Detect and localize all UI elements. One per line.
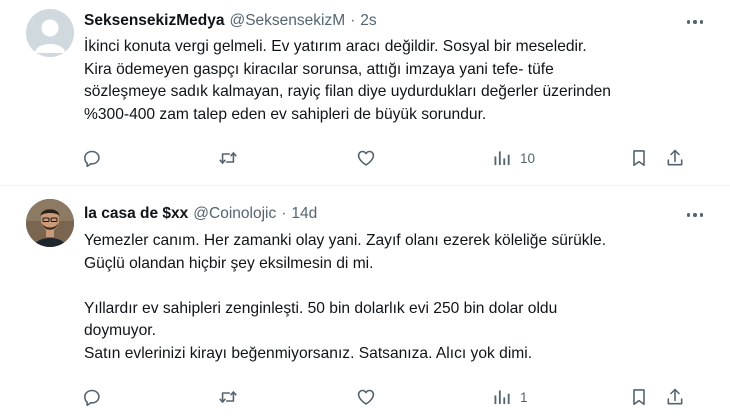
user-handle[interactable]: @SeksensekizM [229, 12, 345, 30]
more-options-button[interactable] [682, 206, 708, 224]
views-icon [494, 390, 510, 405]
share-icon [667, 149, 683, 166]
bookmark-icon [633, 389, 645, 406]
views-button[interactable]: 10 [492, 146, 535, 170]
tweet-text: İkinci konuta vergi gelmeli. Ev yatırım … [84, 36, 714, 126]
avatar[interactable] [26, 199, 74, 247]
share-button[interactable] [665, 385, 685, 409]
tweet-text-line: Yemezler canım. Her zamanki olay yani. Z… [84, 232, 607, 249]
tweet-text: Yemezler canım. Her zamanki olay yani. Z… [84, 230, 714, 365]
share-icon [667, 388, 683, 405]
tweet[interactable]: SeksensekizMedya @SeksensekizM · 2s İkin… [0, 0, 730, 186]
timestamp[interactable]: 14d [291, 205, 317, 223]
like-icon [357, 150, 375, 166]
more-options-button[interactable] [682, 13, 708, 31]
share-button[interactable] [665, 146, 685, 170]
views-count: 1 [520, 389, 528, 405]
reply-icon [84, 389, 100, 407]
views-count: 10 [520, 150, 536, 166]
tweet-actions: 1 [84, 385, 704, 409]
avatar[interactable] [26, 9, 74, 57]
user-handle[interactable]: @Coinolojic [193, 205, 276, 223]
tweet-text-line: sözleşmeye sadık kalmayan, rayiç filan d… [84, 83, 611, 100]
timestamp[interactable]: 2s [360, 12, 376, 30]
reply-icon [84, 150, 100, 168]
tweet-text-line: İkinci konuta vergi gelmeli. Ev yatırım … [84, 38, 587, 55]
retweet-button[interactable] [218, 146, 238, 170]
tweet-text-line: Kira ödemeyen gaspçı kiracılar sorunsa, … [84, 60, 554, 78]
retweet-icon [219, 391, 237, 403]
like-icon [357, 389, 375, 405]
tweet-text-line: Güçlü olandan hiçbir şey eksilmesin di m… [84, 254, 374, 272]
tweet-header: la casa de $xx @Coinolojic · 14d [84, 203, 317, 225]
tweet-actions: 10 [84, 146, 704, 170]
bookmark-icon [633, 150, 645, 167]
separator-dot: · [281, 205, 287, 222]
retweet-button[interactable] [218, 385, 238, 409]
tweet-text-line: doymuyor. [84, 322, 156, 339]
reply-button[interactable] [82, 146, 102, 170]
tweet-text-line: Satın evlerinizi kirayı beğenmiyorsanız.… [84, 344, 533, 362]
bookmark-button[interactable] [629, 146, 649, 170]
like-button[interactable] [356, 146, 376, 170]
reply-button[interactable] [82, 385, 102, 409]
more-icon [686, 20, 704, 24]
tweet-text-line: Yıllardır ev sahipleri zenginleşti. 50 b… [84, 299, 558, 317]
views-button[interactable]: 1 [492, 385, 528, 409]
tweet-header: SeksensekizMedya @SeksensekizM · 2s [84, 10, 377, 32]
like-button[interactable] [356, 385, 376, 409]
more-icon [686, 213, 704, 217]
views-icon [494, 151, 510, 166]
retweet-icon [219, 152, 237, 164]
tweet[interactable]: la casa de $xx @Coinolojic · 14d Yemezle… [0, 187, 730, 420]
tweet-text-line: %300-400 zam talep eden ev sahipleri de … [84, 105, 487, 123]
default-profile-icon [26, 9, 74, 57]
bookmark-button[interactable] [629, 385, 649, 409]
display-name[interactable]: la casa de $xx [84, 205, 188, 223]
separator-dot: · [350, 12, 356, 29]
profile-photo [26, 199, 74, 247]
display-name[interactable]: SeksensekizMedya [84, 12, 224, 30]
